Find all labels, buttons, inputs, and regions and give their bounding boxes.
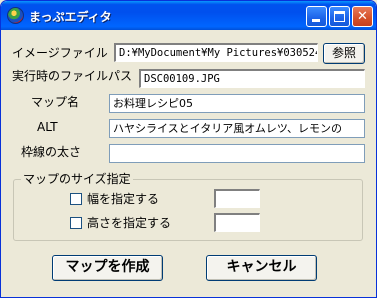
width-checkbox-label[interactable]: 幅を指定する	[87, 191, 159, 207]
map-size-group-title: マップのサイズ指定	[21, 172, 133, 186]
height-input[interactable]	[214, 213, 260, 232]
minimize-button[interactable]	[306, 6, 327, 27]
create-map-button[interactable]: マップを作成	[52, 255, 163, 281]
width-checkbox[interactable]	[70, 193, 82, 205]
alt-label: ALT	[37, 120, 58, 134]
map-name-input[interactable]: お料理レシピ05	[109, 94, 365, 113]
maximize-icon	[334, 11, 345, 22]
runtime-path-label: 実行時のファイルパス	[12, 69, 133, 83]
height-checkbox[interactable]	[70, 217, 82, 229]
browse-button[interactable]: 参照	[323, 43, 365, 64]
image-file-input[interactable]: D:¥MyDocument¥My Pictures¥030524¥	[114, 43, 318, 62]
cancel-button[interactable]: キャンセル	[206, 255, 317, 281]
map-name-label: マップ名	[31, 95, 80, 109]
globe-app-icon	[7, 7, 24, 24]
width-input[interactable]	[214, 189, 260, 208]
close-icon: ✕	[357, 9, 368, 24]
border-width-input[interactable]	[109, 144, 365, 163]
title-bar[interactable]: まっぷエディタ ✕	[1, 1, 376, 30]
border-width-label: 枠線の太さ	[21, 145, 82, 159]
height-checkbox-label[interactable]: 高さを指定する	[87, 215, 171, 231]
minimize-icon	[312, 19, 320, 22]
map-size-groupbox	[13, 179, 363, 241]
alt-input[interactable]: ハヤシライスとイタリア風オムレツ、レモンの	[109, 119, 365, 138]
image-file-label: イメージファイル	[12, 46, 108, 60]
close-button[interactable]: ✕	[352, 6, 373, 27]
maximize-button[interactable]	[329, 6, 350, 27]
runtime-path-input[interactable]: DSC00109.JPG	[139, 69, 365, 88]
map-editor-window: まっぷエディタ ✕ イメージファイル D:¥MyDocument¥My Pict…	[0, 0, 377, 298]
window-title: まっぷエディタ	[29, 10, 112, 24]
